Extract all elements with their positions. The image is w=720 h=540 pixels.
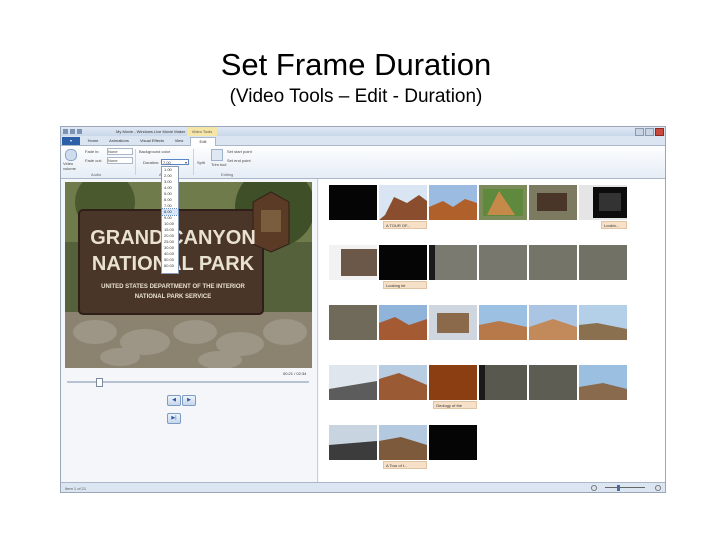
storyboard-clip[interactable]: [579, 365, 627, 400]
duration-option[interactable]: 60.00: [162, 263, 178, 269]
window-title: My Movie - Windows Live Movie Maker: [116, 129, 186, 134]
storyboard-clip[interactable]: [329, 365, 377, 400]
movie-maker-window: My Movie - Windows Live Movie Maker Vide…: [60, 126, 666, 493]
maximize-button[interactable]: [645, 128, 654, 136]
save-icon[interactable]: [63, 129, 68, 134]
storyboard-clip[interactable]: [379, 245, 427, 280]
storyboard-clip[interactable]: [329, 245, 377, 280]
close-button[interactable]: [655, 128, 664, 136]
playback-controls: ◀ ▶▶|: [167, 388, 211, 424]
fade-in-select[interactable]: None: [107, 148, 133, 155]
status-text: Item 1 of 21: [65, 486, 87, 491]
fade-out-label: Fade out:: [85, 158, 102, 163]
zoom-slider-thumb[interactable]: [617, 485, 620, 491]
duration-label: Duration:: [143, 160, 160, 165]
storyboard-clip[interactable]: [379, 425, 427, 460]
sign-line-3: UNITED STATES DEPARTMENT OF THE INTERIOR: [101, 284, 245, 290]
play-button[interactable]: ▶: [182, 395, 196, 406]
pane-divider[interactable]: [317, 179, 318, 482]
fade-out-select[interactable]: None: [107, 157, 133, 164]
storyboard: A TOUR OF... Lookin... Looking int Geolo…: [319, 179, 665, 482]
context-tab-video-tools: Video Tools: [187, 127, 217, 136]
storyboard-clip[interactable]: [329, 305, 377, 340]
caption-clip[interactable]: A Tour of t...: [383, 461, 427, 469]
background-color-button[interactable]: Background color: [139, 149, 170, 154]
sign-line-4: NATIONAL PARK SERVICE: [135, 294, 212, 300]
storyboard-clip[interactable]: [479, 245, 527, 280]
undo-icon[interactable]: [70, 129, 75, 134]
group-label-editing: Editing: [221, 172, 234, 177]
previous-frame-button[interactable]: ◀: [167, 395, 181, 406]
tab-home[interactable]: Home: [83, 137, 103, 145]
duration-combobox[interactable]: 7.00 ▾: [161, 159, 189, 165]
set-end-point-button[interactable]: Set end point: [227, 158, 251, 163]
slide-subtitle: (Video Tools – Edit - Duration): [229, 86, 483, 107]
zoom-out-icon[interactable]: [591, 485, 597, 491]
storyboard-clip[interactable]: [529, 365, 577, 400]
storyboard-clip[interactable]: [529, 245, 577, 280]
caption-clip[interactable]: Geology of the: [433, 401, 477, 409]
minimize-button[interactable]: [635, 128, 644, 136]
tab-animations[interactable]: Animations: [105, 137, 133, 145]
trim-tool-icon[interactable]: [211, 149, 223, 161]
storyboard-clip[interactable]: [579, 305, 627, 340]
video-preview: GRAND CANYON NATIONAL PARK UNITED STATES…: [65, 182, 312, 368]
ribbon-separator: [193, 149, 194, 175]
ribbon-separator: [135, 149, 136, 175]
tab-edit[interactable]: Edit: [190, 137, 216, 146]
ribbon-tabs: ▾ Home Animations Visual Effects View Ed…: [61, 136, 665, 146]
quick-access-toolbar[interactable]: [63, 129, 103, 134]
redo-icon[interactable]: [77, 129, 82, 134]
storyboard-clip[interactable]: [529, 305, 577, 340]
storyboard-clip[interactable]: [529, 185, 577, 220]
file-menu-button[interactable]: ▾: [62, 137, 80, 145]
storyboard-clip[interactable]: [429, 425, 477, 460]
set-start-point-button[interactable]: Set start point: [227, 149, 252, 154]
zoom-control[interactable]: [591, 485, 661, 491]
status-bar: Item 1 of 21: [61, 482, 665, 492]
chevron-down-icon[interactable]: ▾: [185, 160, 187, 166]
time-readout: 00:21 / 02:34: [283, 371, 307, 376]
caption-clip[interactable]: Lookin...: [601, 221, 627, 229]
storyboard-clip[interactable]: [379, 365, 427, 400]
storyboard-clip[interactable]: [329, 425, 377, 460]
storyboard-clip[interactable]: [379, 305, 427, 340]
seek-thumb[interactable]: [96, 378, 103, 387]
seek-bar[interactable]: [67, 381, 309, 383]
fade-in-label: Fade in:: [85, 149, 100, 154]
storyboard-clip[interactable]: [579, 185, 627, 220]
trim-tool-button[interactable]: Trim tool: [211, 162, 226, 167]
tab-visual-effects[interactable]: Visual Effects: [135, 137, 169, 145]
slide-title: Set Frame Duration: [220, 47, 492, 82]
ribbon: Video volume Fade in: None Fade out: Non…: [61, 146, 665, 179]
storyboard-clip[interactable]: [429, 305, 477, 340]
caption-clip[interactable]: Looking int: [383, 281, 427, 289]
storyboard-clip[interactable]: [329, 185, 377, 220]
storyboard-clip[interactable]: [429, 365, 477, 400]
next-frame-button[interactable]: ▶|: [167, 413, 181, 424]
group-label-audio: Audio: [91, 172, 102, 177]
storyboard-clip[interactable]: [379, 185, 427, 220]
storyboard-clip[interactable]: [429, 185, 477, 220]
storyboard-clip[interactable]: [479, 185, 527, 220]
title-bar: My Movie - Windows Live Movie Maker Vide…: [61, 127, 665, 136]
storyboard-clip[interactable]: [479, 305, 527, 340]
duration-dropdown-list[interactable]: 1.00 2.00 3.00 4.00 5.00 6.00 7.00 8.00 9.00 10.0…: [161, 166, 179, 274]
zoom-slider-track[interactable]: [605, 487, 645, 488]
split-button[interactable]: Split: [197, 160, 205, 165]
storyboard-clip[interactable]: [579, 245, 627, 280]
video-volume-label[interactable]: Video volume: [63, 161, 83, 171]
zoom-in-icon[interactable]: [655, 485, 661, 491]
storyboard-clip[interactable]: [429, 245, 477, 280]
tab-view[interactable]: View: [171, 137, 187, 145]
caption-clip[interactable]: A TOUR OF...: [383, 221, 427, 229]
volume-icon[interactable]: [65, 149, 77, 161]
duration-value: 7.00: [163, 160, 171, 165]
grand-canyon-sign-image: GRAND CANYON NATIONAL PARK UNITED STATES…: [65, 182, 312, 368]
storyboard-clip[interactable]: [479, 365, 527, 400]
